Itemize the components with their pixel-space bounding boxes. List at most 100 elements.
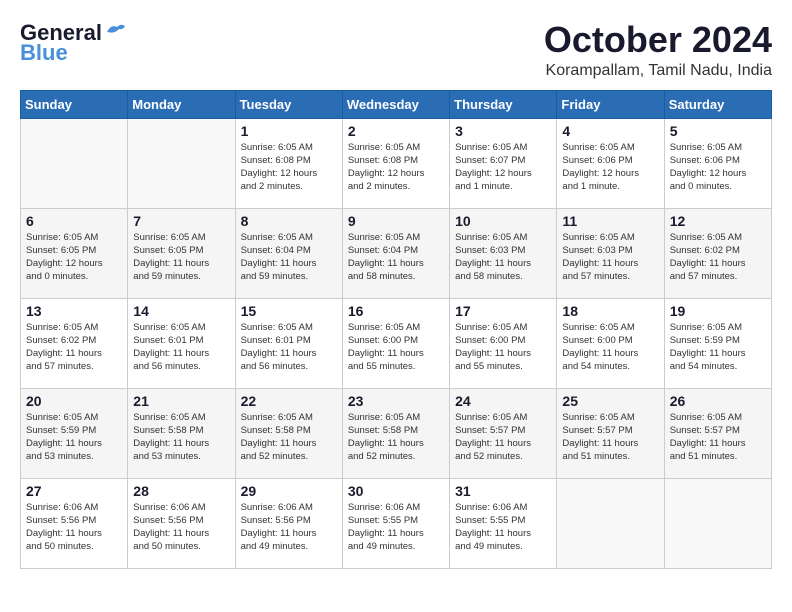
day-number: 11	[562, 213, 658, 229]
weekday-header-friday: Friday	[557, 90, 664, 118]
week-row-5: 27Sunrise: 6:06 AM Sunset: 5:56 PM Dayli…	[21, 478, 772, 568]
day-info: Sunrise: 6:05 AM Sunset: 6:08 PM Dayligh…	[241, 141, 337, 194]
day-number: 7	[133, 213, 229, 229]
calendar-cell: 24 Sunrise: 6:05 AM Sunset: 5:57 PM Dayli…	[450, 388, 557, 478]
weekday-header-thursday: Thursday	[450, 90, 557, 118]
day-info: Sunrise: 6:05 AM Sunset: 5:57 PM Dayligh…	[455, 411, 551, 464]
day-info: Sunrise: 6:05 AM Sunset: 6:05 PM Dayligh…	[133, 231, 229, 284]
calendar-cell: 31 Sunrise: 6:06 AM Sunset: 5:55 PM Dayli…	[450, 478, 557, 568]
day-info: Sunrise: 6:05 AM Sunset: 6:04 PM Dayligh…	[348, 231, 444, 284]
day-number: 1	[241, 123, 337, 139]
weekday-header-tuesday: Tuesday	[235, 90, 342, 118]
day-info: Sunrise: 6:05 AM Sunset: 5:59 PM Dayligh…	[670, 321, 766, 374]
weekday-header-wednesday: Wednesday	[342, 90, 449, 118]
day-number: 13	[26, 303, 122, 319]
day-info: Sunrise: 6:05 AM Sunset: 5:58 PM Dayligh…	[133, 411, 229, 464]
calendar-cell: 19Sunrise: 6:05 AM Sunset: 5:59 PM Dayli…	[664, 298, 771, 388]
calendar-cell: 30 Sunrise: 6:06 AM Sunset: 5:55 PM Dayli…	[342, 478, 449, 568]
day-info: Sunrise: 6:06 AM Sunset: 5:56 PM Dayligh…	[133, 501, 229, 554]
calendar-cell: 15 Sunrise: 6:05 AM Sunset: 6:01 PM Dayli…	[235, 298, 342, 388]
day-info: Sunrise: 6:05 AM Sunset: 5:57 PM Dayligh…	[670, 411, 766, 464]
calendar-cell: 27Sunrise: 6:06 AM Sunset: 5:56 PM Dayli…	[21, 478, 128, 568]
day-info: Sunrise: 6:05 AM Sunset: 6:06 PM Dayligh…	[670, 141, 766, 194]
calendar-cell: 17Sunrise: 6:05 AM Sunset: 6:00 PM Dayli…	[450, 298, 557, 388]
calendar-cell: 20Sunrise: 6:05 AM Sunset: 5:59 PM Dayli…	[21, 388, 128, 478]
day-info: Sunrise: 6:05 AM Sunset: 6:01 PM Dayligh…	[133, 321, 229, 374]
day-info: Sunrise: 6:05 AM Sunset: 5:58 PM Dayligh…	[241, 411, 337, 464]
weekday-header-saturday: Saturday	[664, 90, 771, 118]
day-info: Sunrise: 6:06 AM Sunset: 5:56 PM Dayligh…	[241, 501, 337, 554]
day-info: Sunrise: 6:05 AM Sunset: 5:58 PM Dayligh…	[348, 411, 444, 464]
calendar-cell: 23 Sunrise: 6:05 AM Sunset: 5:58 PM Dayli…	[342, 388, 449, 478]
calendar-cell: 18 Sunrise: 6:05 AM Sunset: 6:00 PM Dayli…	[557, 298, 664, 388]
calendar-cell	[664, 478, 771, 568]
calendar-cell: 25 Sunrise: 6:05 AM Sunset: 5:57 PM Dayli…	[557, 388, 664, 478]
day-info: Sunrise: 6:05 AM Sunset: 6:05 PM Dayligh…	[26, 231, 122, 284]
day-info: Sunrise: 6:06 AM Sunset: 5:55 PM Dayligh…	[455, 501, 551, 554]
day-number: 29	[241, 483, 337, 499]
day-info: Sunrise: 6:05 AM Sunset: 6:03 PM Dayligh…	[455, 231, 551, 284]
week-row-2: 6 Sunrise: 6:05 AM Sunset: 6:05 PM Daylig…	[21, 208, 772, 298]
day-info: Sunrise: 6:05 AM Sunset: 6:00 PM Dayligh…	[455, 321, 551, 374]
day-info: Sunrise: 6:05 AM Sunset: 6:08 PM Dayligh…	[348, 141, 444, 194]
calendar-cell	[128, 118, 235, 208]
day-info: Sunrise: 6:05 AM Sunset: 6:01 PM Dayligh…	[241, 321, 337, 374]
calendar-cell: 16Sunrise: 6:05 AM Sunset: 6:00 PM Dayli…	[342, 298, 449, 388]
day-info: Sunrise: 6:05 AM Sunset: 6:00 PM Dayligh…	[348, 321, 444, 374]
day-number: 2	[348, 123, 444, 139]
day-number: 6	[26, 213, 122, 229]
day-number: 21	[133, 393, 229, 409]
day-number: 14	[133, 303, 229, 319]
title-block: October 2024 Korampallam, Tamil Nadu, In…	[544, 20, 772, 80]
day-number: 23	[348, 393, 444, 409]
calendar-cell: 29 Sunrise: 6:06 AM Sunset: 5:56 PM Dayli…	[235, 478, 342, 568]
day-info: Sunrise: 6:06 AM Sunset: 5:55 PM Dayligh…	[348, 501, 444, 554]
calendar-cell: 3Sunrise: 6:05 AM Sunset: 6:07 PM Daylig…	[450, 118, 557, 208]
calendar-cell: 6 Sunrise: 6:05 AM Sunset: 6:05 PM Daylig…	[21, 208, 128, 298]
day-number: 31	[455, 483, 551, 499]
weekday-header-sunday: Sunday	[21, 90, 128, 118]
calendar-table: SundayMondayTuesdayWednesdayThursdayFrid…	[20, 90, 772, 569]
logo: General Blue	[20, 20, 127, 66]
day-info: Sunrise: 6:05 AM Sunset: 5:57 PM Dayligh…	[562, 411, 658, 464]
calendar-cell: 13 Sunrise: 6:05 AM Sunset: 6:02 PM Dayli…	[21, 298, 128, 388]
day-number: 4	[562, 123, 658, 139]
day-info: Sunrise: 6:05 AM Sunset: 6:03 PM Dayligh…	[562, 231, 658, 284]
calendar-cell: 5Sunrise: 6:05 AM Sunset: 6:06 PM Daylig…	[664, 118, 771, 208]
day-info: Sunrise: 6:06 AM Sunset: 5:56 PM Dayligh…	[26, 501, 122, 554]
calendar-cell: 26 Sunrise: 6:05 AM Sunset: 5:57 PM Dayli…	[664, 388, 771, 478]
day-number: 30	[348, 483, 444, 499]
calendar-cell	[557, 478, 664, 568]
calendar-cell: 22Sunrise: 6:05 AM Sunset: 5:58 PM Dayli…	[235, 388, 342, 478]
calendar-cell: 11 Sunrise: 6:05 AM Sunset: 6:03 PM Dayli…	[557, 208, 664, 298]
month-title: October 2024	[544, 20, 772, 60]
day-number: 24	[455, 393, 551, 409]
weekday-header-row: SundayMondayTuesdayWednesdayThursdayFrid…	[21, 90, 772, 118]
calendar-cell: 1 Sunrise: 6:05 AM Sunset: 6:08 PM Daylig…	[235, 118, 342, 208]
calendar-cell: 10Sunrise: 6:05 AM Sunset: 6:03 PM Dayli…	[450, 208, 557, 298]
calendar-cell: 28 Sunrise: 6:06 AM Sunset: 5:56 PM Dayli…	[128, 478, 235, 568]
day-number: 25	[562, 393, 658, 409]
calendar-cell: 21 Sunrise: 6:05 AM Sunset: 5:58 PM Dayli…	[128, 388, 235, 478]
day-info: Sunrise: 6:05 AM Sunset: 6:02 PM Dayligh…	[670, 231, 766, 284]
weekday-header-monday: Monday	[128, 90, 235, 118]
day-number: 9	[348, 213, 444, 229]
calendar-cell: 4 Sunrise: 6:05 AM Sunset: 6:06 PM Daylig…	[557, 118, 664, 208]
day-number: 28	[133, 483, 229, 499]
logo-blue-text: Blue	[20, 40, 68, 66]
day-info: Sunrise: 6:05 AM Sunset: 6:06 PM Dayligh…	[562, 141, 658, 194]
calendar-cell: 2 Sunrise: 6:05 AM Sunset: 6:08 PM Daylig…	[342, 118, 449, 208]
day-number: 3	[455, 123, 551, 139]
calendar-cell: 14 Sunrise: 6:05 AM Sunset: 6:01 PM Dayli…	[128, 298, 235, 388]
day-number: 26	[670, 393, 766, 409]
calendar-cell	[21, 118, 128, 208]
week-row-3: 13 Sunrise: 6:05 AM Sunset: 6:02 PM Dayli…	[21, 298, 772, 388]
day-number: 15	[241, 303, 337, 319]
calendar-cell: 9 Sunrise: 6:05 AM Sunset: 6:04 PM Daylig…	[342, 208, 449, 298]
day-number: 18	[562, 303, 658, 319]
day-info: Sunrise: 6:05 AM Sunset: 6:00 PM Dayligh…	[562, 321, 658, 374]
calendar-cell: 12Sunrise: 6:05 AM Sunset: 6:02 PM Dayli…	[664, 208, 771, 298]
day-info: Sunrise: 6:05 AM Sunset: 6:02 PM Dayligh…	[26, 321, 122, 374]
logo-bird-icon	[105, 22, 127, 40]
day-number: 8	[241, 213, 337, 229]
